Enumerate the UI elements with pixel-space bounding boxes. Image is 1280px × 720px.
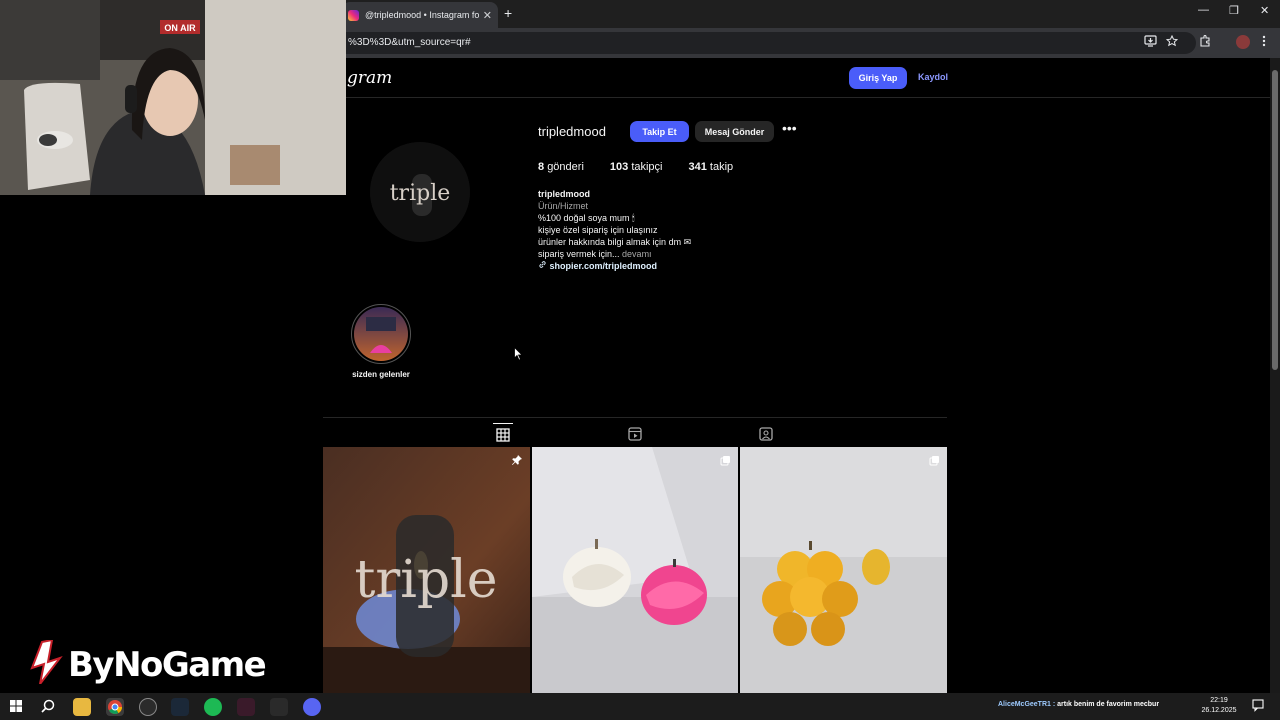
login-button[interactable]: Giriş Yap: [849, 67, 907, 89]
browser-menu-icon[interactable]: [1262, 35, 1266, 50]
bio-link[interactable]: shopier.com/tripledmood: [550, 261, 658, 271]
extensions-icon[interactable]: [1199, 34, 1211, 50]
highlight-thumbnail: [354, 307, 408, 361]
profile-avatar[interactable]: triple: [370, 142, 470, 242]
post-thumbnail[interactable]: [740, 447, 947, 693]
post-thumbnail[interactable]: triple: [323, 447, 530, 693]
bio-line: ürünler hakkında bilgi almak için dm ✉: [538, 237, 692, 247]
tab-tagged[interactable]: [756, 423, 776, 443]
link-icon: [538, 261, 550, 271]
scrollbar-thumb[interactable]: [1272, 70, 1278, 370]
restore-button[interactable]: ❐: [1229, 4, 1239, 17]
post-overlay-text: triple: [354, 550, 497, 610]
bio-more-link[interactable]: devamı: [622, 249, 652, 259]
instagram-favicon-icon: [348, 9, 359, 21]
tab-title: @tripledmood • Instagram foto: [365, 10, 479, 20]
follow-button[interactable]: Takip Et: [630, 121, 689, 142]
carousel-icon: [720, 453, 731, 471]
pin-icon: [511, 453, 523, 471]
profile-tabs: [323, 417, 947, 447]
followers-label: takipçi: [631, 161, 663, 173]
profile-stats: 8 gönderi 103 takipçi 341 takip: [538, 161, 733, 173]
profile-username: tripledmood: [538, 124, 606, 139]
chat-marquee: AliceMcGeeTR1 : artık benim de favorim m…: [998, 701, 1159, 708]
posts-stat: 8 gönderi: [538, 161, 584, 173]
webcam-overlay: ON AIR: [0, 0, 346, 195]
more-options-icon[interactable]: •••: [782, 120, 797, 136]
overlay-app-icon[interactable]: [139, 698, 157, 716]
tab-posts[interactable]: [493, 423, 513, 443]
bookmark-star-icon[interactable]: [1165, 34, 1179, 50]
address-bar[interactable]: %3D%3D&utm_source=qr#: [336, 32, 1196, 54]
clock-time: 22:19: [1210, 697, 1228, 704]
bio-category: Ürün/Hizmet: [538, 201, 589, 211]
bio-line: %100 doğal soya mum 🕯: [538, 213, 635, 223]
signup-link[interactable]: Kaydol: [918, 72, 948, 82]
bio-line: sipariş vermek için...: [538, 249, 620, 259]
highlight-label: sizden gelenler: [352, 370, 410, 379]
bio-link-row[interactable]: shopier.com/tripledmood: [538, 260, 798, 272]
post-thumbnail[interactable]: [531, 447, 739, 693]
posts-grid: triple: [323, 447, 947, 693]
story-highlight[interactable]: [351, 304, 411, 364]
carousel-icon: [929, 453, 940, 471]
clock-date: 26.12.2025: [1201, 707, 1237, 714]
posts-count: 8: [538, 161, 545, 173]
following-stat[interactable]: 341 takip: [689, 161, 734, 173]
chat-nick: AliceMcGeeTR1 :: [998, 701, 1056, 708]
followers-stat[interactable]: 103 takipçi: [610, 161, 663, 173]
discord-icon[interactable]: [303, 698, 321, 716]
file-explorer-icon[interactable]: [73, 698, 91, 716]
page-scrollbar[interactable]: [1270, 58, 1280, 693]
reels-icon: [628, 427, 642, 441]
start-windows-icon[interactable]: [8, 698, 26, 716]
windows-taskbar: AliceMcGeeTR1 : artık benim de favorim m…: [0, 693, 1280, 720]
followers-count: 103: [609, 161, 629, 173]
posts-label: gönderi: [547, 161, 584, 173]
valorant-icon[interactable]: [237, 698, 255, 716]
message-button[interactable]: Mesaj Gönder: [695, 121, 774, 142]
chrome-icon[interactable]: [106, 698, 124, 716]
onair-sign: ON AIR: [164, 23, 196, 33]
spotify-icon[interactable]: [204, 698, 222, 716]
install-app-icon[interactable]: [1144, 35, 1157, 50]
tab-reels[interactable]: [625, 423, 645, 443]
avatar-logo-text: triple: [390, 181, 451, 206]
system-clock[interactable]: 22:19 26.12.2025: [1201, 696, 1237, 716]
tagged-icon: [759, 427, 773, 441]
screen: @tripledmood • Instagram foto ✕ + — ❐ ✕ …: [0, 0, 1280, 720]
bio-line: kişiye özel sipariş için ulaşınız: [538, 225, 658, 235]
search-icon[interactable]: [40, 698, 58, 716]
bynogame-logo-icon: [28, 638, 64, 689]
new-tab-button[interactable]: +: [504, 5, 512, 21]
address-url: %3D%3D&utm_source=qr#: [348, 37, 471, 48]
notifications-icon[interactable]: [1251, 698, 1269, 716]
chat-message: artık benim de favorim mecbur: [1057, 701, 1160, 708]
following-count: 341: [688, 161, 707, 173]
bynogame-watermark: ByNoGame: [28, 638, 267, 689]
close-window-button[interactable]: ✕: [1260, 4, 1269, 17]
browser-tab[interactable]: @tripledmood • Instagram foto ✕: [342, 2, 498, 28]
posts-grid-icon: [496, 428, 510, 442]
epic-games-icon[interactable]: [270, 698, 288, 716]
minimize-button[interactable]: —: [1198, 4, 1209, 16]
profile-bio: tripledmood Ürün/Hizmet %100 doğal soya …: [538, 188, 798, 272]
mouse-cursor-icon: [514, 346, 523, 366]
browser-profile-avatar[interactable]: [1236, 35, 1250, 49]
tab-close-icon[interactable]: ✕: [483, 9, 492, 22]
bio-name: tripledmood: [538, 189, 590, 199]
steam-icon[interactable]: [171, 698, 189, 716]
bynogame-text: ByNoGame: [68, 644, 267, 685]
following-label: takip: [709, 161, 734, 173]
